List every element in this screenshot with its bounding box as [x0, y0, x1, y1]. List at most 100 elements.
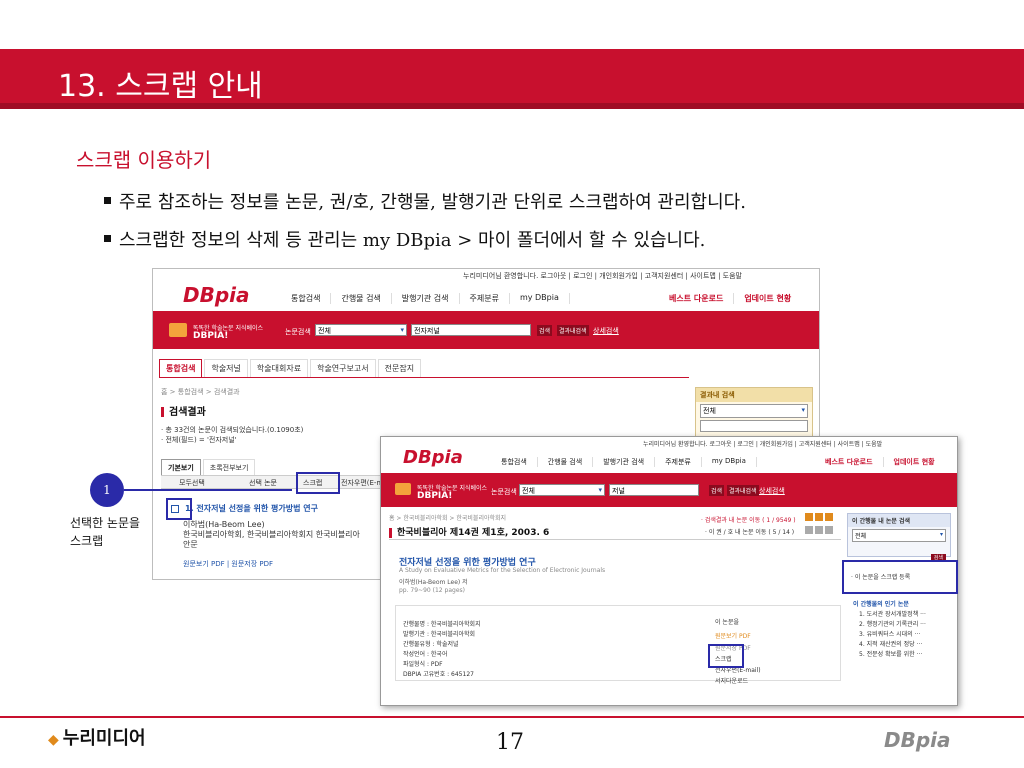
search-scope-select[interactable]: 전체 ▾ [315, 324, 407, 336]
tab-conference[interactable]: 학술대회자료 [249, 359, 309, 378]
nav-publisher-search[interactable]: 발행기관 검색 [392, 293, 460, 304]
nav-integrated-search[interactable]: 통합검색 [491, 457, 538, 467]
bib-download-link[interactable]: 서지다운로드 [715, 676, 748, 685]
bullet-2: 스크랩한 정보의 삭제 등 관리는 my DBpia > 마이 폴더에서 할 수… [104, 226, 705, 252]
nav-my-dbpia[interactable]: my DBpia [702, 457, 757, 467]
next-issue-arrow-icon[interactable] [825, 526, 833, 534]
nav-subject[interactable]: 주제분류 [655, 457, 702, 467]
tab-report[interactable]: 학술연구보고서 [310, 359, 376, 378]
in-publication-select[interactable]: 전체 ▾ [852, 529, 946, 542]
main-nav: 통합검색 간행물 검색 발행기관 검색 주제분류 my DBpia [281, 293, 570, 304]
chevron-down-icon: ▾ [801, 406, 805, 414]
paper-actions-title: 이 논문을 [715, 619, 739, 626]
section-subtitle: 스크랩 이용하기 [76, 148, 212, 172]
dbpia-logo[interactable]: DBpia [183, 283, 250, 307]
bullet-1: 주로 참조하는 정보를 논문, 권/호, 간행물, 발행기관 단위로 스크랩하여… [104, 188, 746, 214]
search-within-select-value: 전체 [703, 407, 716, 415]
popular-paper-5[interactable]: 5. 전문성 확보를 위한 ··· [859, 649, 922, 658]
page-number: 17 [496, 730, 524, 755]
popular-paper-3[interactable]: 3. 유비쿼터스 시대의 ··· [859, 629, 920, 638]
chevron-down-icon: ▾ [400, 326, 404, 334]
issue-list-icon[interactable] [815, 526, 823, 534]
search-bar: 똑똑한 학술논문 지식베이스 DBPIA! 논문검색 전체 ▾ 저널 검색 결과내… [381, 473, 957, 507]
result-links[interactable]: 원문보기 PDF | 원문저장 PDF [183, 559, 273, 569]
next-arrow-icon[interactable] [825, 513, 833, 521]
nav-updates[interactable]: 업데이트 현황 [734, 293, 801, 304]
footer-line [0, 716, 1024, 718]
breadcrumb: 홈 > 한국비블리아학회 > 한국비블리아학회지 [389, 515, 507, 522]
books-icon [169, 323, 187, 337]
search-within-button[interactable]: 결과내검색 [557, 325, 589, 336]
brand-text: DBPIA! [193, 331, 229, 341]
tab-journal[interactable]: 학술저널 [204, 359, 248, 378]
dbpia-logo[interactable]: DBpia [403, 447, 463, 468]
detail-id: DBPIA 고유번호 : 645127 [403, 671, 474, 678]
result-title-link[interactable]: 1. 전자저널 선정을 위한 평가방법 연구 [185, 503, 318, 514]
search-button[interactable]: 검색 [709, 485, 725, 496]
prev-issue-arrow-icon[interactable] [805, 526, 813, 534]
nav-publisher-search[interactable]: 발행기관 검색 [593, 457, 656, 467]
scrap-register-highlight [842, 560, 958, 594]
chevron-down-icon: ▾ [939, 531, 943, 538]
nav-best-download[interactable]: 베스트 다운로드 [659, 293, 735, 304]
scrap-button-highlight [296, 472, 340, 494]
callout-number-1: 1 [90, 473, 124, 507]
slide-title: 13. 스크랩 안내 [58, 69, 263, 104]
results-query: · 전체(필드) = '전자저널' [161, 436, 237, 444]
advanced-search-link[interactable]: 상세검색 [759, 486, 785, 496]
detail-publisher: 발행기관 : 한국비블리아학회 [403, 631, 476, 638]
in-publication-search-box: 이 간행물 내 논문 검색 전체 ▾ 검색 [847, 513, 951, 562]
search-within-button[interactable]: 결과내검색 [727, 485, 759, 496]
search-scope-select[interactable]: 전체 ▾ [519, 484, 605, 496]
result-source: 한국비블리아학회, 한국비블리아학회지 한국비블리아 [183, 530, 360, 539]
footer-logo: ◆ 누리미디어 [48, 724, 146, 750]
popular-paper-2[interactable]: 2. 행정기관의 기록관리 ··· [859, 619, 926, 628]
search-within-select[interactable]: 전체 ▾ [700, 404, 808, 418]
search-label: 논문검색 [491, 488, 517, 496]
search-input[interactable]: 저널 [609, 484, 699, 496]
top-links[interactable]: 누리미디어님 환영합니다. 로그아웃 | 로그인 | 개인회원가입 | 고객지원… [463, 271, 742, 281]
nav-my-dbpia[interactable]: my DBpia [510, 293, 570, 304]
nav-integrated-search[interactable]: 통합검색 [281, 293, 332, 304]
nav-updates[interactable]: 업데이트 현황 [884, 457, 945, 467]
callout-line [124, 489, 292, 491]
search-within-title: 결과내 검색 [696, 388, 812, 402]
search-within-input[interactable] [700, 420, 808, 432]
paper-english-title: A Study on Evaluative Metrics for the Se… [399, 567, 606, 574]
chevron-down-icon: ▾ [598, 486, 602, 494]
view-pdf-link[interactable]: 원문보기 PDF [715, 631, 751, 640]
tab-integrated[interactable]: 통합검색 [159, 359, 203, 378]
email-link[interactable]: 전자우편(E-m [341, 478, 383, 488]
nav-best-download[interactable]: 베스트 다운로드 [815, 457, 884, 467]
select-all-link[interactable]: 모두선택 [179, 478, 205, 488]
callout-text: 선택한 논문을 스크랩 [70, 516, 141, 548]
search-button[interactable]: 검색 [537, 325, 553, 336]
bullet-2-text: 스크랩한 정보의 삭제 등 관리는 my DBpia > 마이 폴더에서 할 수… [119, 230, 706, 251]
bullet-1-text: 주로 참조하는 정보를 논문, 권/호, 간행물, 발행기관 단위로 스크랩하여… [119, 192, 746, 213]
nav-subject[interactable]: 주제분류 [460, 293, 510, 304]
top-links[interactable]: 누리미디어님 환영합니다. 로그아웃 | 로그인 | 개인회원가입 | 고객지원… [643, 439, 882, 448]
nav-right: 베스트 다운로드 업데이트 현황 [659, 293, 801, 304]
detail-publication: 간행물명 : 한국비블리아학회지 [403, 621, 481, 628]
list-icon[interactable] [815, 513, 823, 521]
popular-paper-1[interactable]: 1. 도서관 장서개발정책 ··· [859, 609, 926, 618]
brand-text: DBPIA! [417, 491, 453, 501]
nav-publication-search[interactable]: 간행물 검색 [331, 293, 392, 304]
search-input[interactable]: 전자저널 [411, 324, 531, 336]
divider [389, 539, 841, 540]
paper-pages: pp. 79~90 (12 pages) [399, 587, 465, 594]
callout-line-stub [124, 489, 126, 501]
prev-arrow-icon[interactable] [805, 513, 813, 521]
results-heading: 검색결과 [161, 403, 206, 418]
results-summary: · 총 33건의 논문이 검색되었습니다.(0.1090초) [161, 426, 304, 434]
title-bar: 13. 스크랩 안내 [0, 49, 1024, 109]
books-icon [395, 483, 411, 495]
scrap-link-highlight [708, 644, 744, 668]
advanced-search-link[interactable]: 상세검색 [593, 326, 619, 336]
tab-magazine[interactable]: 전문잡지 [377, 359, 422, 378]
nav-publication-search[interactable]: 간행물 검색 [538, 457, 594, 467]
result-nav-info: · 검색결과 내 논문 이동 ( 1 / 9549 ) [701, 517, 796, 524]
popular-paper-4[interactable]: 4. 지적 재산권의 정당 ··· [859, 639, 922, 648]
search-bar: 똑똑한 학술논문 지식베이스 DBPIA! 논문검색 전체 ▾ 전자저널 검색 결… [153, 311, 819, 349]
result-extra: 안문 [183, 540, 198, 549]
